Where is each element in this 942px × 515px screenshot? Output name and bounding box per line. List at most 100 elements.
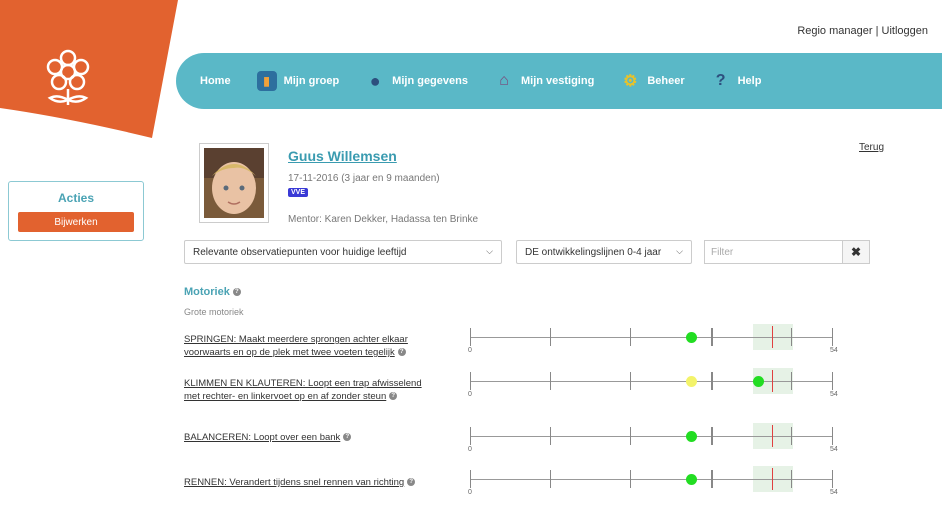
nav-help-label: Help <box>737 75 762 87</box>
scale-tick <box>791 372 792 390</box>
house-icon: ⌂ <box>499 72 509 89</box>
scale-tick <box>630 427 631 445</box>
development-line-select[interactable]: DE ontwikkelingslijnen 0-4 jaar ⌵ <box>516 240 692 264</box>
help-icon: ? <box>715 72 726 89</box>
scale-tick <box>630 372 631 390</box>
nav-mijn-groep[interactable]: ▮ Mijn groep <box>256 71 340 91</box>
item-scale: 0 54 <box>466 324 842 354</box>
logo[interactable] <box>0 0 180 140</box>
nav-mijn-gegevens[interactable]: ● Mijn gegevens <box>365 71 468 91</box>
item-scale: 0 54 <box>466 423 842 453</box>
item-label-text[interactable]: SPRINGEN: Maakt meerdere sprongen achter… <box>184 334 408 358</box>
item-label-text[interactable]: BALANCEREN: Loopt over een bank <box>184 432 340 443</box>
filter-input[interactable]: Filter <box>704 240 842 264</box>
scale-line <box>470 479 832 480</box>
scale-max-label: 54 <box>830 446 838 453</box>
back-link[interactable]: Terug <box>859 142 884 153</box>
chevron-down-icon: ⌵ <box>486 246 493 256</box>
help-icon[interactable]: ? <box>232 288 241 297</box>
scale-tick <box>832 328 833 346</box>
item-label[interactable]: SPRINGEN: Maakt meerdere sprongen achter… <box>184 333 434 359</box>
scale-min-label: 0 <box>468 391 472 398</box>
nav-mijn-vestiging[interactable]: ⌂ Mijn vestiging <box>494 71 594 91</box>
item-scale: 0 54 <box>466 368 842 398</box>
nav-beheer-label: Beheer <box>647 75 685 87</box>
vve-badge: VVE <box>288 188 309 197</box>
separator: | <box>875 25 879 37</box>
scale-tick <box>791 470 792 488</box>
scale-tick <box>832 372 833 390</box>
score-dot <box>686 474 698 485</box>
scale-min-label: 0 <box>468 446 472 453</box>
scale-line <box>470 381 832 382</box>
child-photo <box>199 143 269 223</box>
nav-mijn-vestiging-label: Mijn vestiging <box>520 75 595 87</box>
top-links: Regio manager | Uitloggen <box>797 25 928 37</box>
scale-line <box>470 337 832 338</box>
chevron-down-icon: ⌵ <box>676 246 683 256</box>
gears-icon: ⚙ <box>623 73 638 90</box>
help-icon[interactable]: ? <box>397 348 406 357</box>
scale-tick <box>712 427 713 445</box>
scale-tick <box>630 328 631 346</box>
item-label[interactable]: BALANCEREN: Loopt over een bank? <box>184 431 434 444</box>
mentor-text: Mentor: Karen Dekker, Hadassa ten Brinke <box>288 214 479 225</box>
scale-tick <box>791 328 792 346</box>
scale-tick <box>712 372 713 390</box>
scale-tick <box>630 470 631 488</box>
item-label[interactable]: RENNEN: Verandert tijdens snel rennen va… <box>184 476 434 489</box>
scale-tick <box>470 470 471 488</box>
nav-beheer[interactable]: ⚙ Beheer <box>620 71 684 91</box>
actions-panel: Acties Bijwerken <box>8 181 144 241</box>
user-role-link[interactable]: Regio manager <box>797 25 872 37</box>
scale-max-label: 54 <box>830 489 838 496</box>
observation-select[interactable]: Relevante observatiepunten voor huidige … <box>184 240 502 264</box>
scale-max-label: 54 <box>830 391 838 398</box>
logout-link[interactable]: Uitloggen <box>882 25 928 37</box>
actions-title: Acties <box>57 191 95 205</box>
nav-mijn-groep-label: Mijn groep <box>283 75 340 87</box>
age-marker <box>772 326 773 348</box>
child-birthdate: 17-11-2016 (3 jaar en 9 maanden) <box>288 173 440 184</box>
section-title-text: Motoriek <box>184 286 230 298</box>
scale-tick <box>832 470 833 488</box>
scale-tick <box>712 328 713 346</box>
help-icon[interactable]: ? <box>343 433 352 442</box>
section-title: Motoriek? <box>184 286 241 298</box>
help-icon[interactable]: ? <box>389 392 398 401</box>
update-button[interactable]: Bijwerken <box>18 212 134 232</box>
scale-tick <box>470 427 471 445</box>
nav-mijn-gegevens-label: Mijn gegevens <box>392 75 468 87</box>
scale-tick <box>470 372 471 390</box>
scale-tick <box>470 328 471 346</box>
item-scale: 0 54 <box>466 466 842 496</box>
nav-home-label: Home <box>200 75 231 87</box>
scale-tick <box>550 470 551 488</box>
book-icon: ▮ <box>256 71 277 91</box>
age-marker <box>772 468 773 490</box>
nav-home[interactable]: Home <box>200 75 231 87</box>
scale-tick <box>550 427 551 445</box>
item-label-text[interactable]: KLIMMEN EN KLAUTEREN: Loopt een trap afw… <box>184 378 422 402</box>
scale-tick <box>791 427 792 445</box>
scale-min-label: 0 <box>468 347 472 354</box>
scale-tick <box>832 427 833 445</box>
score-dot <box>686 332 698 343</box>
help-icon[interactable]: ? <box>407 478 416 487</box>
item-label-text[interactable]: RENNEN: Verandert tijdens snel rennen va… <box>184 477 404 488</box>
person-icon: ● <box>369 70 381 91</box>
item-label[interactable]: KLIMMEN EN KLAUTEREN: Loopt een trap afw… <box>184 377 434 403</box>
scale-tick <box>712 470 713 488</box>
development-line-select-value: DE ontwikkelingslijnen 0-4 jaar <box>525 246 662 258</box>
age-marker <box>772 425 773 447</box>
scale-tick <box>550 328 551 346</box>
scale-min-label: 0 <box>468 489 472 496</box>
child-name-link[interactable]: Guus Willemsen <box>288 148 397 164</box>
score-dot <box>686 376 698 387</box>
observation-select-value: Relevante observatiepunten voor huidige … <box>193 246 407 258</box>
scale-line <box>470 436 832 437</box>
score-dot <box>686 431 698 442</box>
nav-help[interactable]: ? Help <box>711 71 762 91</box>
scale-tick <box>550 372 551 390</box>
clear-filter-button[interactable]: ✖ <box>842 240 870 264</box>
